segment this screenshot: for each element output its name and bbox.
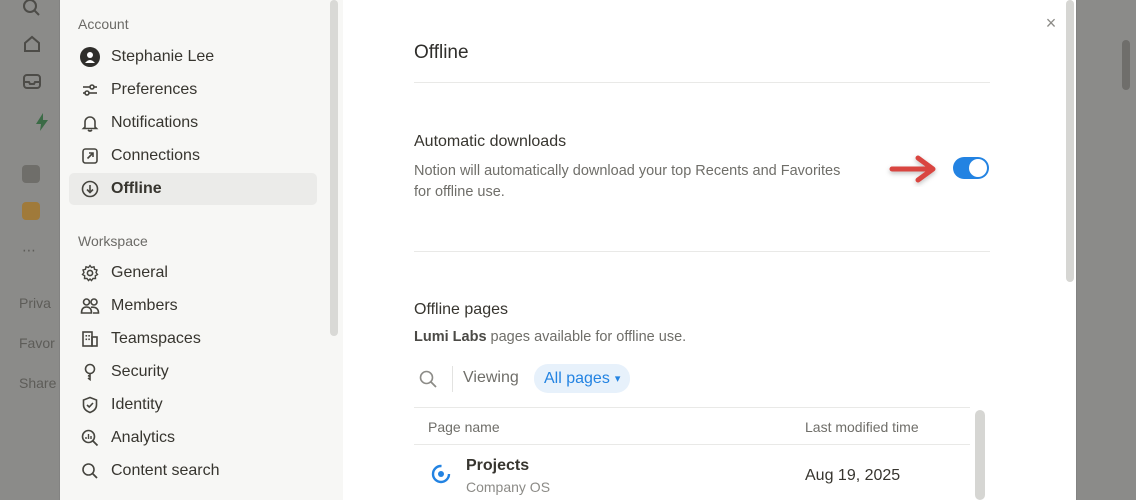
sidebar-item-label: Analytics (111, 429, 176, 446)
offline-pages-subtitle-text: pages available for offline use. (486, 329, 687, 345)
sidebar-item-members[interactable]: Members (69, 290, 317, 322)
sidebar-item-label: Identity (111, 396, 163, 413)
row-page-name: Projects (466, 457, 530, 474)
page-filter-value: All pages (544, 369, 610, 387)
arrow-annotation-icon (889, 155, 936, 183)
bg-label-favorites: Favor (19, 335, 55, 351)
toolbar-separator (452, 366, 453, 392)
sidebar-item-label: Teamspaces (111, 330, 201, 347)
bg-label-shared: Share (19, 375, 57, 391)
table-header: Page name Last modified time (414, 407, 970, 445)
shield-icon (79, 394, 101, 416)
bell-icon (79, 112, 101, 134)
settings-modal: Account Stephanie Lee Preferences Notifi… (60, 0, 1076, 500)
offline-pages-subtitle: Lumi Labs pages available for offline us… (414, 329, 686, 345)
key-icon (79, 361, 101, 383)
home-icon (24, 35, 40, 52)
sliders-icon (79, 79, 101, 101)
table-scrollbar[interactable] (975, 410, 985, 500)
bg-scrollbar (1122, 40, 1130, 90)
sidebar-item-label: Stephanie Lee (111, 48, 215, 65)
sidebar-item-label: Members (111, 297, 178, 314)
search-icon (23, 0, 40, 16)
settings-sidebar: Account Stephanie Lee Preferences Notifi… (60, 0, 343, 500)
viewing-label: Viewing (463, 369, 519, 386)
page-icon (22, 165, 40, 183)
close-button[interactable]: × (1040, 12, 1062, 34)
search-icon (79, 460, 101, 482)
automatic-downloads-description: Notion will automatically download your … (414, 163, 841, 200)
sidebar-item-label: General (111, 264, 168, 281)
sidebar-item-label: Offline (111, 180, 162, 197)
row-last-modified: Aug 19, 2025 (805, 467, 901, 484)
workspace-section-header: Workspace (78, 233, 148, 249)
table-row[interactable]: Projects Company OS Aug 19, 2025 (414, 446, 970, 500)
page-filter-dropdown[interactable]: All pages ▾ (534, 364, 631, 393)
gear-icon (79, 262, 101, 284)
row-page-parent: Company OS (466, 479, 551, 495)
bolt-icon (36, 113, 48, 131)
download-icon (79, 178, 101, 200)
offline-pages-heading: Offline pages (414, 301, 508, 318)
project-icon (22, 202, 40, 220)
inbox-icon (23, 74, 41, 89)
sidebar-item-notifications[interactable]: Notifications (69, 107, 317, 139)
automatic-downloads-toggle[interactable] (953, 157, 989, 179)
sidebar-item-teamspaces[interactable]: Teamspaces (69, 323, 317, 355)
sidebar-item-identity[interactable]: Identity (69, 389, 317, 421)
column-header-last-modified[interactable]: Last modified time (805, 419, 919, 435)
sidebar-item-account[interactable]: Stephanie Lee (69, 41, 317, 73)
automatic-downloads-heading: Automatic downloads (414, 133, 567, 150)
account-section-header: Account (78, 16, 129, 32)
sidebar-item-label: Security (111, 363, 169, 380)
offline-settings-panel: Offline Automatic downloads Notion will … (414, 0, 990, 500)
sidebar-item-label: Notifications (111, 114, 199, 131)
more-icon: ⋯ (22, 242, 36, 258)
workspace-name: Lumi Labs (414, 329, 487, 345)
column-header-page-name[interactable]: Page name (428, 419, 500, 435)
sidebar-item-label: Connections (111, 147, 200, 164)
modal-scrollbar[interactable] (1066, 0, 1074, 282)
sidebar-item-label: Content search (111, 462, 220, 479)
external-link-icon (79, 145, 101, 167)
bg-label-private: Priva (19, 295, 51, 311)
analytics-icon (79, 427, 101, 449)
sidebar-item-analytics[interactable]: Analytics (69, 422, 317, 454)
sidebar-item-general[interactable]: General (69, 257, 317, 289)
sidebar-item-label: Preferences (111, 81, 198, 98)
project-icon (431, 464, 451, 484)
divider (414, 82, 990, 83)
avatar-icon (79, 46, 101, 68)
toggle-knob (969, 159, 987, 177)
sidebar-item-preferences[interactable]: Preferences (69, 74, 317, 106)
page-title: Offline (414, 42, 469, 63)
people-icon (79, 295, 101, 317)
building-icon (79, 328, 101, 350)
chevron-down-icon: ▾ (614, 373, 621, 385)
sidebar-item-security[interactable]: Security (69, 356, 317, 388)
search-icon[interactable] (418, 369, 438, 389)
sidebar-scrollbar[interactable] (330, 0, 338, 336)
sidebar-item-offline[interactable]: Offline (69, 173, 317, 205)
divider (414, 251, 990, 252)
sidebar-item-content-search[interactable]: Content search (69, 455, 317, 487)
sidebar-item-connections[interactable]: Connections (69, 140, 317, 172)
